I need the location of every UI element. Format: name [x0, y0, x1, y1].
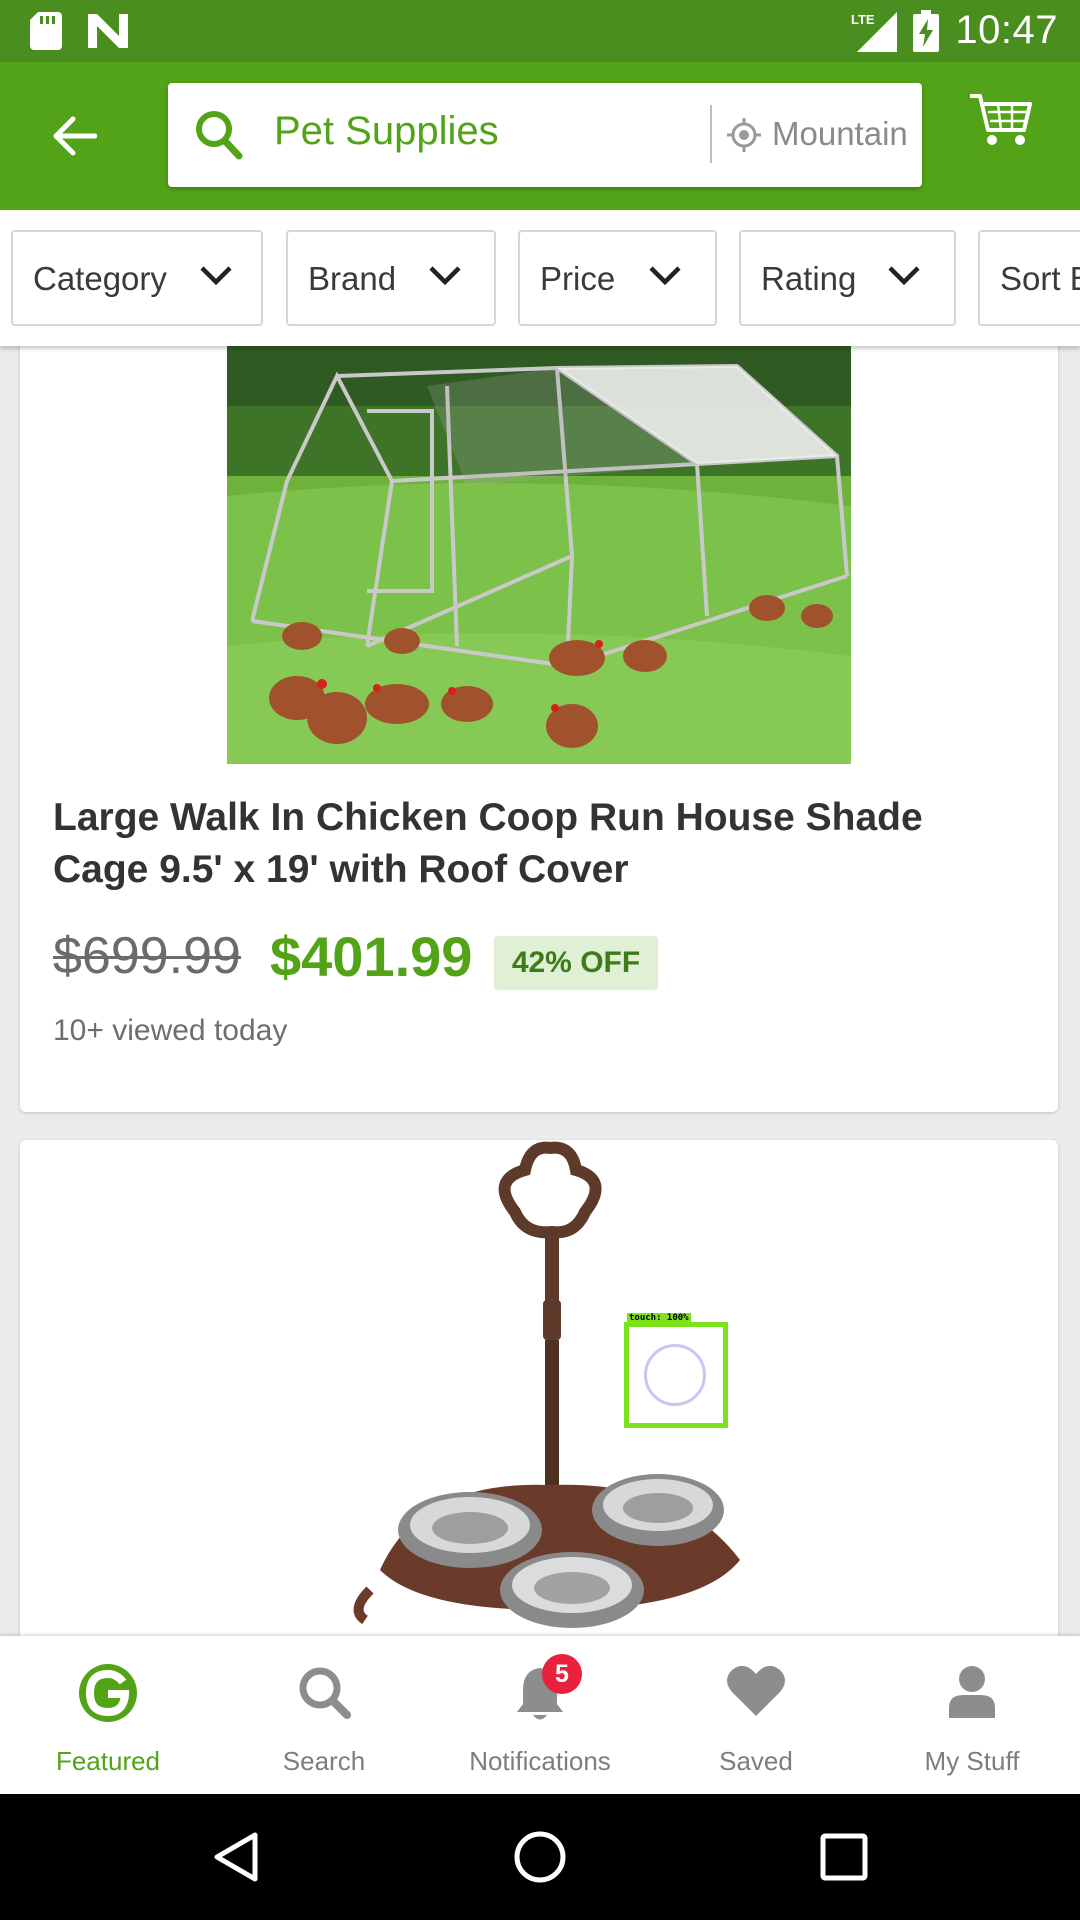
nav-notifications[interactable]: 5 Notifications: [432, 1636, 648, 1794]
search-bar[interactable]: Pet Supplies Mountain View: [168, 83, 922, 187]
svg-text:LTE: LTE: [851, 12, 875, 27]
nav-featured[interactable]: Featured: [0, 1636, 216, 1794]
product-card[interactable]: Large Walk In Chicken Coop Run House Sha…: [20, 300, 1058, 1112]
lte-signal-icon: LTE: [851, 11, 898, 52]
filter-price[interactable]: Price: [518, 230, 717, 326]
battery-charging-icon: [913, 9, 940, 52]
bottom-navigation: Featured Search 5 Notifications Saved My…: [0, 1636, 1080, 1794]
square-recents-icon: [820, 1833, 868, 1881]
nav-label: Featured: [55, 1746, 161, 1776]
arrow-left-icon: [53, 116, 97, 156]
product-image-chicken-coop: [227, 346, 851, 764]
system-back-button[interactable]: [196, 1822, 276, 1892]
nav-label: Notifications: [469, 1746, 611, 1776]
filter-rating[interactable]: Rating: [739, 230, 956, 326]
notification-badge: 5: [542, 1654, 582, 1694]
filter-label: Brand: [308, 260, 397, 297]
location-text[interactable]: Mountain View: [772, 115, 912, 153]
location-icon: [727, 118, 761, 152]
product-card[interactable]: [20, 1140, 1058, 1640]
heart-icon: [727, 1665, 785, 1716]
search-icon: [299, 1667, 351, 1719]
status-time: 10:47: [955, 8, 1058, 52]
cart-icon: [970, 94, 1032, 145]
nav-saved[interactable]: Saved: [648, 1636, 864, 1794]
chevron-down-icon: [429, 266, 461, 286]
filter-brand[interactable]: Brand: [286, 230, 496, 326]
filter-label: Price: [540, 260, 616, 297]
original-price: $699.99: [53, 927, 241, 985]
filter-label: Rating: [761, 260, 857, 297]
groupon-g-icon: [79, 1664, 137, 1722]
filter-category[interactable]: Category: [11, 230, 263, 326]
nav-label: Saved: [719, 1746, 793, 1776]
status-bar: LTE 10:47: [0, 0, 1080, 62]
search-divider: [710, 105, 712, 163]
sd-card-icon: [30, 12, 62, 50]
person-icon: [949, 1666, 995, 1718]
nav-label: Search: [282, 1746, 366, 1776]
chevron-down-icon: [888, 266, 920, 286]
system-home-button[interactable]: [500, 1822, 580, 1892]
n-notification-icon: [88, 14, 128, 48]
cart-button[interactable]: [968, 92, 1060, 178]
touch-point: [644, 1344, 706, 1406]
sale-price: $401.99: [270, 925, 473, 988]
circle-home-icon: [514, 1831, 566, 1883]
system-recents-button[interactable]: [804, 1822, 884, 1892]
nav-label: My Stuff: [924, 1746, 1020, 1776]
back-button[interactable]: [36, 98, 112, 174]
filter-bar: Category Brand Price Rating Sort By: [0, 210, 1080, 346]
view-count: 10+ viewed today: [53, 1014, 288, 1047]
system-navigation-bar: [0, 1794, 1080, 1920]
nav-search[interactable]: Search: [216, 1636, 432, 1794]
filter-label: Category: [33, 260, 167, 297]
nav-my-stuff[interactable]: My Stuff: [864, 1636, 1080, 1794]
chevron-down-icon: [649, 266, 681, 286]
discount-badge: 42% OFF: [494, 936, 658, 990]
product-title[interactable]: Large Walk In Chicken Coop Run House Sha…: [53, 792, 1013, 896]
filter-label: Sort By: [1000, 260, 1080, 297]
filter-sort[interactable]: Sort By: [978, 230, 1080, 326]
chevron-down-icon: [200, 266, 232, 286]
search-icon: [196, 111, 243, 160]
triangle-back-icon: [214, 1832, 258, 1882]
search-query[interactable]: Pet Supplies: [274, 109, 499, 154]
app-bar: Pet Supplies Mountain View: [0, 62, 1080, 210]
touch-label: touch: 100%: [627, 1313, 691, 1323]
